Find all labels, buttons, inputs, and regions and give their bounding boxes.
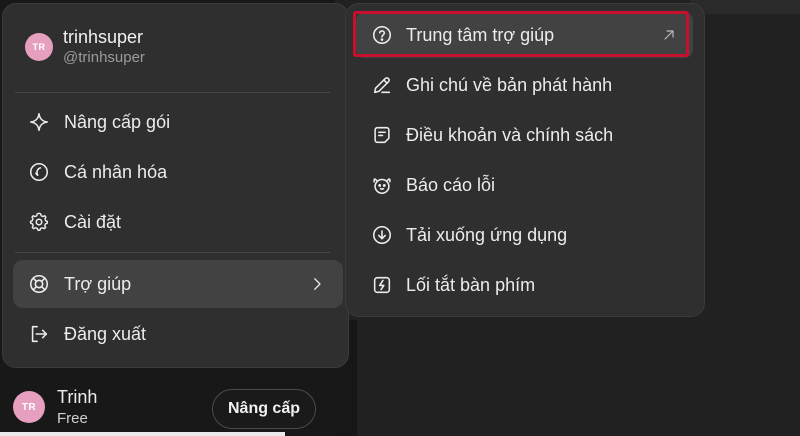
- app-root: TR trinhsuper @trinhsuper Nâng cấp gói C…: [0, 0, 800, 436]
- account-row[interactable]: TR Trinh Free Nâng cấp: [13, 383, 323, 431]
- user-name: trinhsuper: [63, 27, 144, 47]
- top-strip: [690, 0, 800, 14]
- help-label: Trợ giúp: [64, 273, 132, 294]
- question-circle-icon: [370, 23, 394, 47]
- account-text: Trinh Free: [57, 385, 97, 429]
- user-handle: @trinhsuper: [63, 49, 145, 66]
- help-center-label: Trung tâm trợ giúp: [406, 24, 555, 45]
- account-plan: Free: [57, 410, 88, 427]
- lifebuoy-icon: [27, 272, 51, 296]
- upgrade-plan-item[interactable]: Nâng cấp gói: [13, 98, 343, 146]
- keyboard-shortcuts-item[interactable]: Lối tắt bàn phím: [356, 262, 693, 308]
- terms-item[interactable]: Điều khoản và chính sách: [356, 112, 693, 158]
- personalize-label: Cá nhân hóa: [64, 161, 168, 182]
- personalize-icon: [27, 160, 51, 184]
- avatar: TR: [25, 33, 53, 61]
- gear-icon: [27, 210, 51, 234]
- download-apps-item[interactable]: Tải xuống ứng dụng: [356, 212, 693, 258]
- upgrade-button[interactable]: Nâng cấp: [212, 389, 316, 429]
- logout-label: Đăng xuất: [64, 323, 147, 344]
- lightning-icon: [370, 273, 394, 297]
- chevron-right-icon: [305, 272, 329, 296]
- menu-divider: [15, 92, 330, 93]
- upgrade-plan-label: Nâng cấp gói: [64, 111, 171, 132]
- avatar: TR: [13, 391, 45, 423]
- help-center-item[interactable]: Trung tâm trợ giúp: [356, 12, 693, 58]
- release-notes-item[interactable]: Ghi chú về bản phát hành: [356, 62, 693, 108]
- external-link-icon: [657, 23, 681, 47]
- bug-report-label: Báo cáo lỗi: [406, 174, 496, 195]
- logout-item[interactable]: Đăng xuất: [13, 310, 343, 358]
- terms-label: Điều khoản và chính sách: [406, 124, 614, 145]
- download-apps-label: Tải xuống ứng dụng: [406, 224, 568, 245]
- help-submenu: Trung tâm trợ giúp Ghi chú về bản phát h…: [345, 3, 705, 317]
- personalize-item[interactable]: Cá nhân hóa: [13, 148, 343, 196]
- sparkle-icon: [27, 110, 51, 134]
- document-icon: [370, 123, 394, 147]
- account-name: Trinh: [57, 387, 98, 407]
- bottom-bar: [0, 432, 285, 436]
- bug-report-item[interactable]: Báo cáo lỗi: [356, 162, 693, 208]
- settings-item[interactable]: Cài đặt: [13, 198, 343, 246]
- logout-icon: [27, 322, 51, 346]
- profile-text: trinhsuper @trinhsuper: [63, 26, 145, 68]
- profile-header: TR trinhsuper @trinhsuper: [25, 26, 145, 68]
- bug-icon: [370, 173, 394, 197]
- settings-label: Cài đặt: [64, 211, 122, 232]
- download-circle-icon: [370, 223, 394, 247]
- help-item[interactable]: Trợ giúp: [13, 260, 343, 308]
- menu-divider: [15, 252, 330, 253]
- profile-menu: TR trinhsuper @trinhsuper Nâng cấp gói C…: [2, 3, 349, 368]
- release-notes-label: Ghi chú về bản phát hành: [406, 74, 613, 95]
- keyboard-shortcuts-label: Lối tắt bàn phím: [406, 274, 536, 295]
- pencil-icon: [370, 73, 394, 97]
